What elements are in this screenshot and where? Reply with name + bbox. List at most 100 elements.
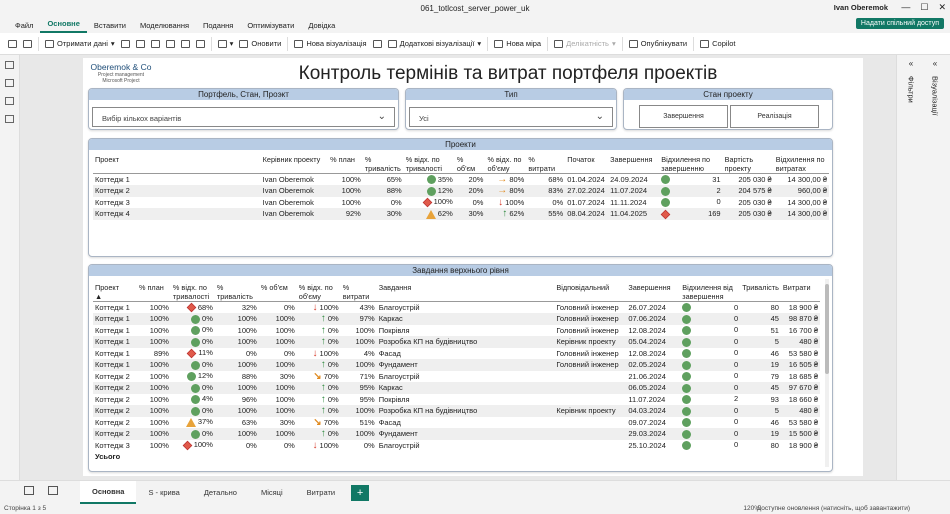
text-box-icon[interactable] bbox=[372, 39, 382, 48]
excel-icon[interactable] bbox=[120, 39, 130, 48]
column-header[interactable]: Керівник проекту bbox=[261, 155, 328, 174]
column-header[interactable]: % тривалість bbox=[215, 283, 259, 302]
recent-sources-icon[interactable] bbox=[195, 39, 205, 48]
visualizations-pane-collapsed[interactable]: « Візуалізації bbox=[923, 59, 947, 474]
column-header[interactable]: Відхилення по завершенню bbox=[659, 155, 722, 174]
portfolio-dropdown[interactable]: Вибір кількох варіантів ⌄ bbox=[92, 107, 395, 127]
table-row[interactable]: Коттедж 1 89% 11% 0% 0% ↓ 100% 4% Фасад Головни… bbox=[93, 348, 820, 360]
column-header[interactable]: Тривалість bbox=[740, 283, 781, 302]
more-visuals-button[interactable]: Додаткові візуалізації ▾ bbox=[387, 39, 481, 48]
new-visual-button[interactable]: Нова візуалізація bbox=[294, 39, 367, 48]
table-row[interactable]: Коттедж 2 100% 4% 96% 100% ↑ 0% 95% Покрівля 11… bbox=[93, 394, 820, 406]
menu-optimize[interactable]: Оптимізувати bbox=[240, 21, 301, 33]
tab-main[interactable]: Основна bbox=[80, 481, 137, 504]
user-name[interactable]: Ivan Oberemok bbox=[834, 3, 888, 12]
table-row[interactable]: Коттедж 1 100% 0% 100% 100% ↑ 0% 100% Фундамен… bbox=[93, 359, 820, 371]
table-row[interactable]: Коттедж 4 Ivan Oberemok 92% 30% 62% 30% ↑ 62%… bbox=[93, 208, 829, 220]
column-header[interactable]: Відхилення від завершення bbox=[680, 283, 740, 302]
table-row[interactable]: Коттедж 3 100% 100% 0% 0% ↓ 100% 0% Благоустрі… bbox=[93, 440, 820, 452]
transform-data-button[interactable]: ▾ bbox=[217, 39, 233, 48]
type-slicer[interactable]: Тип Усі ⌄ bbox=[405, 88, 617, 130]
column-header[interactable]: % відх. по об'єму bbox=[485, 155, 526, 174]
completion-button[interactable]: Завершення bbox=[639, 105, 728, 128]
undo-icon[interactable] bbox=[8, 39, 17, 48]
filters-pane-collapsed[interactable]: « Фільтри bbox=[899, 59, 923, 474]
tasks-scrollbar[interactable] bbox=[825, 279, 829, 467]
column-header[interactable]: Завдання bbox=[377, 283, 555, 302]
table-row[interactable]: Коттедж 1 100% 0% 100% 100% ↑ 0% 100% Розробка… bbox=[93, 336, 820, 348]
expand-icon[interactable]: « bbox=[899, 59, 923, 68]
column-header[interactable]: % відх. по тривалості bbox=[404, 155, 455, 174]
tab-s-curve[interactable]: S - крива bbox=[136, 482, 191, 503]
tab-months[interactable]: Місяці bbox=[249, 482, 295, 503]
enter-data-icon[interactable] bbox=[165, 39, 175, 48]
column-header[interactable]: Завершення bbox=[608, 155, 659, 174]
refresh-button[interactable]: Оновити bbox=[239, 39, 281, 48]
dax-query-icon[interactable] bbox=[5, 115, 14, 123]
new-measure-button[interactable]: Нова міра bbox=[494, 39, 541, 48]
table-row[interactable]: Коттедж 2 100% 0% 100% 100% ↑ 0% 100% Розробка… bbox=[93, 405, 820, 417]
portfolio-slicer[interactable]: Портфель, Стан, Проэкт Вибір кількох вар… bbox=[88, 88, 399, 130]
minimize-icon[interactable]: — bbox=[901, 2, 910, 13]
table-row[interactable]: Коттедж 2 100% 0% 100% 100% ↑ 0% 95% Каркас 06.… bbox=[93, 382, 820, 394]
column-header[interactable]: Відповідальний bbox=[554, 283, 626, 302]
report-view-icon[interactable] bbox=[5, 61, 14, 69]
column-header[interactable]: % витрати bbox=[526, 155, 565, 174]
column-header[interactable]: % тривалість bbox=[363, 155, 404, 174]
add-page-button[interactable]: + bbox=[351, 484, 370, 501]
mobile-view-icon[interactable] bbox=[48, 486, 58, 495]
menu-home[interactable]: Основне bbox=[40, 19, 87, 33]
table-row[interactable]: Коттедж 2 100% 0% 100% 100% ↑ 0% 100% Фундамен… bbox=[93, 428, 820, 440]
copilot-button[interactable]: Copilot bbox=[700, 39, 735, 48]
column-header[interactable]: % відх. по тривалості bbox=[171, 283, 215, 302]
tab-detailed[interactable]: Детально bbox=[192, 482, 249, 503]
column-header[interactable]: % план bbox=[137, 283, 171, 302]
column-header[interactable]: Витрати bbox=[781, 283, 820, 302]
publish-button[interactable]: Опублікувати bbox=[628, 39, 687, 48]
column-header[interactable]: % об'єм bbox=[259, 283, 297, 302]
sensitivity-button[interactable]: Делікатність ▾ bbox=[554, 39, 616, 48]
table-row[interactable]: Коттедж 2 Ivan Oberemok 100% 88% 12% 20% → 80… bbox=[93, 185, 829, 197]
update-notice[interactable]: Доступне оновлення (натисніть, щоб заван… bbox=[757, 505, 910, 512]
column-header[interactable]: Початок bbox=[565, 155, 608, 174]
column-header[interactable]: Вартість проекту bbox=[723, 155, 774, 174]
menu-insert[interactable]: Вставити bbox=[87, 21, 133, 33]
table-row[interactable]: Коттедж 1 Ivan Oberemok 100% 65% 35% 20% → 80… bbox=[93, 173, 829, 185]
model-view-icon[interactable] bbox=[5, 97, 14, 105]
column-header[interactable]: Завершення bbox=[626, 283, 680, 302]
dataverse-icon[interactable] bbox=[180, 39, 190, 48]
scrollbar-thumb[interactable] bbox=[825, 284, 829, 374]
sql-icon[interactable] bbox=[150, 39, 160, 48]
table-row[interactable]: Коттедж 1 100% 68% 32% 0% ↓ 100% 43% Благоустр… bbox=[93, 301, 820, 313]
column-header[interactable]: Відхилення по витратах bbox=[774, 155, 829, 174]
close-icon[interactable]: ✕ bbox=[938, 2, 946, 13]
desktop-view-icon[interactable] bbox=[24, 486, 34, 495]
menu-modeling[interactable]: Моделювання bbox=[133, 21, 196, 33]
column-header[interactable]: Проект bbox=[93, 155, 261, 174]
menu-help[interactable]: Довідка bbox=[301, 21, 342, 33]
column-header[interactable]: % витрати bbox=[341, 283, 377, 302]
volume-cell: 0% bbox=[472, 197, 484, 207]
table-row[interactable]: Коттедж 1 100% 0% 100% 100% ↑ 0% 97% Каркас Гол… bbox=[93, 313, 820, 325]
get-data-button[interactable]: Отримати дані ▾ bbox=[45, 39, 115, 48]
tab-expenses[interactable]: Витрати bbox=[295, 482, 347, 503]
dataset-icon[interactable] bbox=[135, 39, 145, 48]
column-header[interactable]: % план bbox=[328, 155, 363, 174]
menu-file[interactable]: Файл bbox=[8, 21, 40, 33]
table-row[interactable]: Коттедж 1 100% 0% 100% 100% ↑ 0% 100% Покрівля… bbox=[93, 325, 820, 337]
column-header[interactable]: % об'єм bbox=[455, 155, 486, 174]
expand-icon[interactable]: « bbox=[923, 59, 947, 68]
column-header[interactable]: Проект ▲ bbox=[93, 283, 137, 302]
menu-view[interactable]: Подання bbox=[196, 21, 240, 33]
share-button[interactable]: Надати спільний доступ bbox=[855, 18, 944, 29]
implementation-button[interactable]: Реалізація bbox=[730, 105, 819, 128]
paste-icon[interactable] bbox=[23, 39, 32, 48]
maximize-icon[interactable]: ☐ bbox=[920, 2, 928, 13]
sort-asc-icon[interactable]: ▲ bbox=[95, 292, 102, 301]
table-row[interactable]: Коттедж 2 100% 37% 63% 30% ↘ 70% 51% Фасад 09.0… bbox=[93, 417, 820, 429]
table-view-icon[interactable] bbox=[5, 79, 14, 87]
column-header[interactable]: % відх. по об'єму bbox=[297, 283, 341, 302]
table-row[interactable]: Коттедж 2 100% 12% 88% 30% ↘ 70% 71% Благоустр… bbox=[93, 371, 820, 383]
type-dropdown[interactable]: Усі ⌄ bbox=[409, 107, 613, 127]
table-row[interactable]: Коттедж 3 Ivan Oberemok 100% 0% 100% 0% ↓ 100… bbox=[93, 197, 829, 209]
